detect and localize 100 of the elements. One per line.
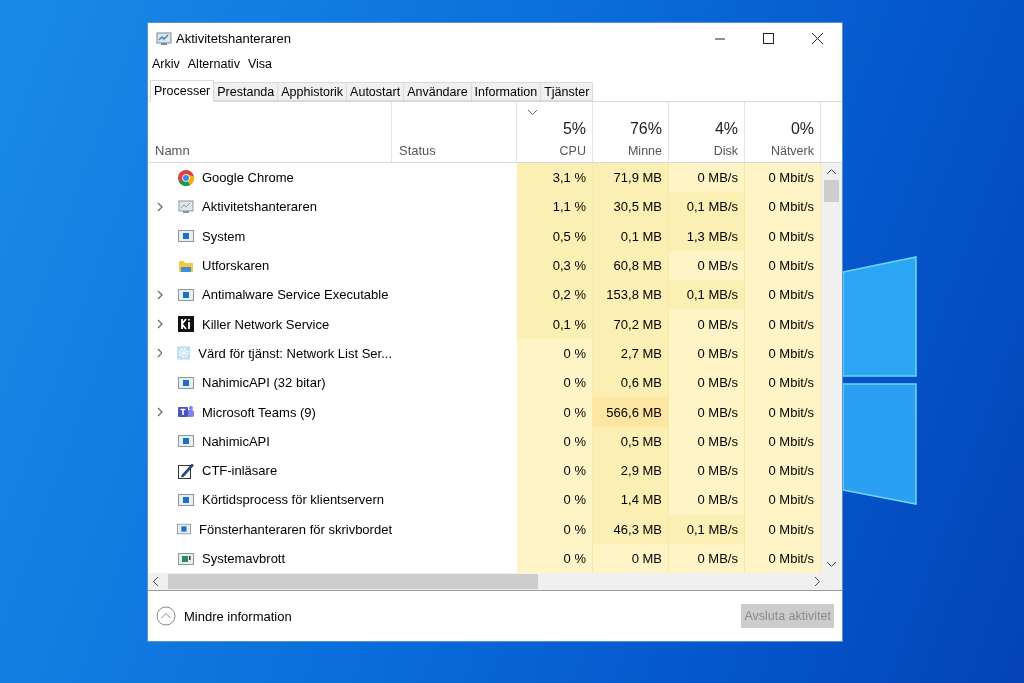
metric-cell: 2,7 MB <box>593 338 669 369</box>
column-header[interactable]: 4% Disk <box>669 102 745 162</box>
process-name: Microsoft Teams (9) <box>202 404 316 420</box>
metric-cell: 1,1 % <box>517 192 593 222</box>
metric-cell: 1,3 MB/s <box>669 221 745 251</box>
expand-chevron-icon[interactable] <box>157 319 163 330</box>
metric-cell: 0 MB/s <box>669 426 745 456</box>
scroll-down-icon[interactable] <box>827 562 836 568</box>
column-header[interactable]: 5% CPU <box>517 102 593 162</box>
pen-document-icon <box>178 462 194 479</box>
metric-cell: 1,4 MB <box>593 485 669 515</box>
metric-cell: 0 % <box>517 426 593 456</box>
column-header[interactable]: 76% Minne <box>593 102 669 162</box>
metric-cell: 0 % <box>517 543 593 574</box>
metric-cell: 2,9 MB <box>593 455 669 486</box>
metric-cell: 0 MB/s <box>669 543 745 574</box>
metric-cell: 0 Mbit/s <box>745 338 821 369</box>
metric-cell: 3,1 % <box>517 163 593 193</box>
scrollbar-thumb[interactable] <box>824 180 839 202</box>
expand-chevron-icon[interactable] <box>157 289 163 300</box>
tab[interactable]: Användare <box>404 82 472 101</box>
process-name: Utforskaren <box>202 258 270 274</box>
gear-icon <box>177 345 191 362</box>
metric-cell: 0 MB/s <box>669 338 745 369</box>
column-header[interactable]: Status <box>392 102 517 162</box>
metric-cell: 0 Mbit/s <box>745 455 821 486</box>
horizontal-scrollbar[interactable] <box>148 573 842 592</box>
metric-cell: 0,6 MB <box>593 368 669 398</box>
metric-cell: 0,1 MB/s <box>669 280 745 310</box>
column-header[interactable]: 0% Nätverk <box>745 102 821 162</box>
window-app-icon <box>178 550 194 567</box>
menu-item[interactable]: Visa <box>247 57 272 71</box>
metric-cell: 566,6 MB <box>593 397 669 427</box>
scroll-left-icon[interactable] <box>153 577 158 587</box>
metric-cell: 0 Mbit/s <box>745 192 821 222</box>
process-name: CTF-inläsare <box>202 463 278 479</box>
metric-cell: 0 Mbit/s <box>745 250 821 281</box>
tab[interactable]: Apphistorik <box>278 82 348 101</box>
process-name: NahimicAPI (32 bitar) <box>202 375 326 391</box>
expand-chevron-icon[interactable] <box>157 201 163 212</box>
scrollbar-thumb[interactable] <box>168 574 538 590</box>
metric-cell: 46,3 MB <box>593 514 669 544</box>
column-header[interactable]: Namn <box>148 102 392 162</box>
expand-chevron-icon[interactable] <box>157 348 162 359</box>
window-app-icon <box>178 491 194 508</box>
process-name: System <box>202 228 246 244</box>
maximize-icon <box>763 33 774 44</box>
metric-cell: 0 Mbit/s <box>745 426 821 456</box>
metric-cell: 0 % <box>517 338 593 369</box>
metric-cell: 0 MB <box>593 543 669 574</box>
metric-cell: 0 MB/s <box>669 163 745 193</box>
tab[interactable]: Processer <box>150 80 215 102</box>
metric-cell: 0 % <box>517 485 593 515</box>
metric-cell: 0 % <box>517 514 593 544</box>
metric-cell: 0 Mbit/s <box>745 280 821 310</box>
process-name: Aktivitetshanteraren <box>202 199 317 215</box>
close-icon <box>812 33 823 44</box>
fewer-details-button[interactable]: Mindre information <box>156 606 292 627</box>
window-app-icon <box>178 228 194 245</box>
metric-cell: 0 Mbit/s <box>745 514 821 544</box>
chrome-icon <box>178 169 194 186</box>
tab[interactable]: Tjänster <box>541 82 594 101</box>
tab[interactable]: Information <box>471 82 542 101</box>
menu-item[interactable]: Alternativ <box>187 57 240 71</box>
metric-cell: 0 MB/s <box>669 250 745 281</box>
process-name: Körtidsprocess för klientservern <box>202 492 385 508</box>
metric-cell: 0,2 % <box>517 280 593 310</box>
metric-cell: 0,5 % <box>517 221 593 251</box>
tab[interactable]: Prestanda <box>214 82 279 101</box>
window-title: Aktivitetshanteraren <box>176 31 291 46</box>
metric-cell: 0 Mbit/s <box>745 543 821 574</box>
window-app-icon <box>178 433 194 450</box>
monitor-chart-icon <box>178 198 194 215</box>
metric-cell: 70,2 MB <box>593 309 669 339</box>
metric-cell: 0 MB/s <box>669 455 745 486</box>
process-name: Antimalware Service Executable <box>202 287 389 303</box>
metric-cell: 0,1 MB/s <box>669 514 745 544</box>
app-icon <box>156 31 172 46</box>
metric-cell: 0 Mbit/s <box>745 368 821 398</box>
menu-item[interactable]: Arkiv <box>152 57 180 71</box>
metric-cell: 0 Mbit/s <box>745 221 821 251</box>
metric-cell: 0 Mbit/s <box>745 485 821 515</box>
metric-cell: 30,5 MB <box>593 192 669 222</box>
expand-chevron-icon[interactable] <box>157 407 163 417</box>
tab[interactable]: Autostart <box>347 82 405 101</box>
metric-cell: 0 % <box>517 368 593 398</box>
metric-cell: 153,8 MB <box>593 280 669 310</box>
process-name: Killer Network Service <box>202 316 330 332</box>
metric-cell: 0,1 % <box>517 309 593 339</box>
process-name: Systemavbrott <box>202 551 286 566</box>
metric-cell: 71,9 MB <box>593 163 669 193</box>
process-name: Google Chrome <box>202 170 294 186</box>
process-name: Fönsterhanteraren för skrivbordet <box>199 521 392 537</box>
vertical-scrollbar[interactable] <box>821 163 842 574</box>
scroll-right-icon[interactable] <box>815 577 820 587</box>
metric-cell: 0 MB/s <box>669 397 745 427</box>
scroll-up-icon[interactable] <box>827 169 836 174</box>
metric-cell: 60,8 MB <box>593 250 669 281</box>
process-name: Värd för tjänst: Network List Ser... <box>198 345 392 361</box>
process-name: NahimicAPI <box>202 433 270 449</box>
